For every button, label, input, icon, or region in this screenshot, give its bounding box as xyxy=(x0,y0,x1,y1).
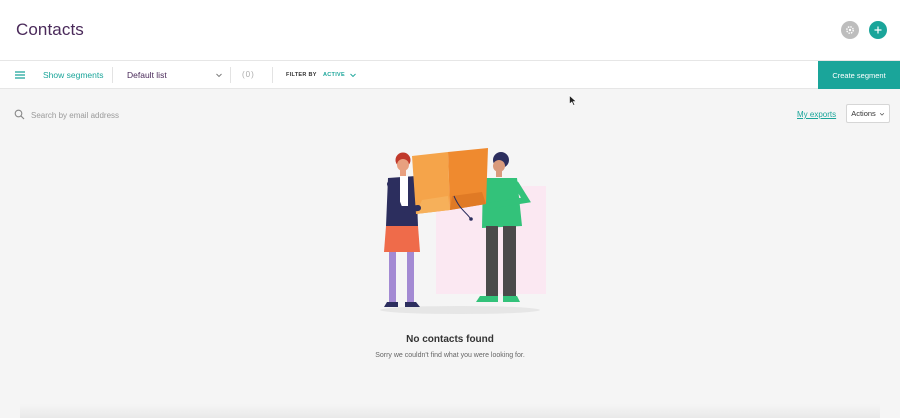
empty-state-subtitle: Sorry we couldn't find what you were loo… xyxy=(375,352,525,359)
page-bottom-edge xyxy=(20,404,880,418)
show-segments-button[interactable]: Show segments xyxy=(43,70,103,80)
settings-button[interactable] xyxy=(841,21,859,39)
hamburger-icon[interactable] xyxy=(15,70,25,80)
page-header: Contacts xyxy=(0,0,900,61)
chevron-down-icon[interactable] xyxy=(215,71,223,79)
chevron-down-icon[interactable] xyxy=(349,71,357,79)
empty-state-illustration xyxy=(380,148,546,314)
contacts-toolbar: Show segments Default list (0) FILTER BY… xyxy=(0,61,900,89)
gear-icon xyxy=(846,26,854,34)
actions-button[interactable]: Actions xyxy=(846,104,890,123)
add-contact-button[interactable] xyxy=(869,21,887,39)
actions-label: Actions xyxy=(851,109,876,118)
toolbar-divider xyxy=(230,67,231,83)
chevron-down-icon xyxy=(879,112,884,116)
my-exports-link[interactable]: My exports xyxy=(797,110,836,119)
search-input[interactable] xyxy=(31,107,231,123)
empty-state-title: No contacts found xyxy=(406,334,494,345)
list-select[interactable]: Default list xyxy=(127,70,167,80)
mouse-cursor-icon xyxy=(569,95,577,106)
plus-icon xyxy=(874,26,882,34)
toolbar-divider xyxy=(272,67,273,83)
toolbar-divider xyxy=(112,67,113,83)
create-segment-button[interactable]: Create segment xyxy=(818,61,900,89)
page-title: Contacts xyxy=(16,20,84,39)
contact-count: (0) xyxy=(242,70,255,79)
filter-label: FILTER BY xyxy=(286,72,317,78)
search-icon xyxy=(14,109,25,120)
filter-select[interactable]: ACTIVE xyxy=(323,72,345,78)
